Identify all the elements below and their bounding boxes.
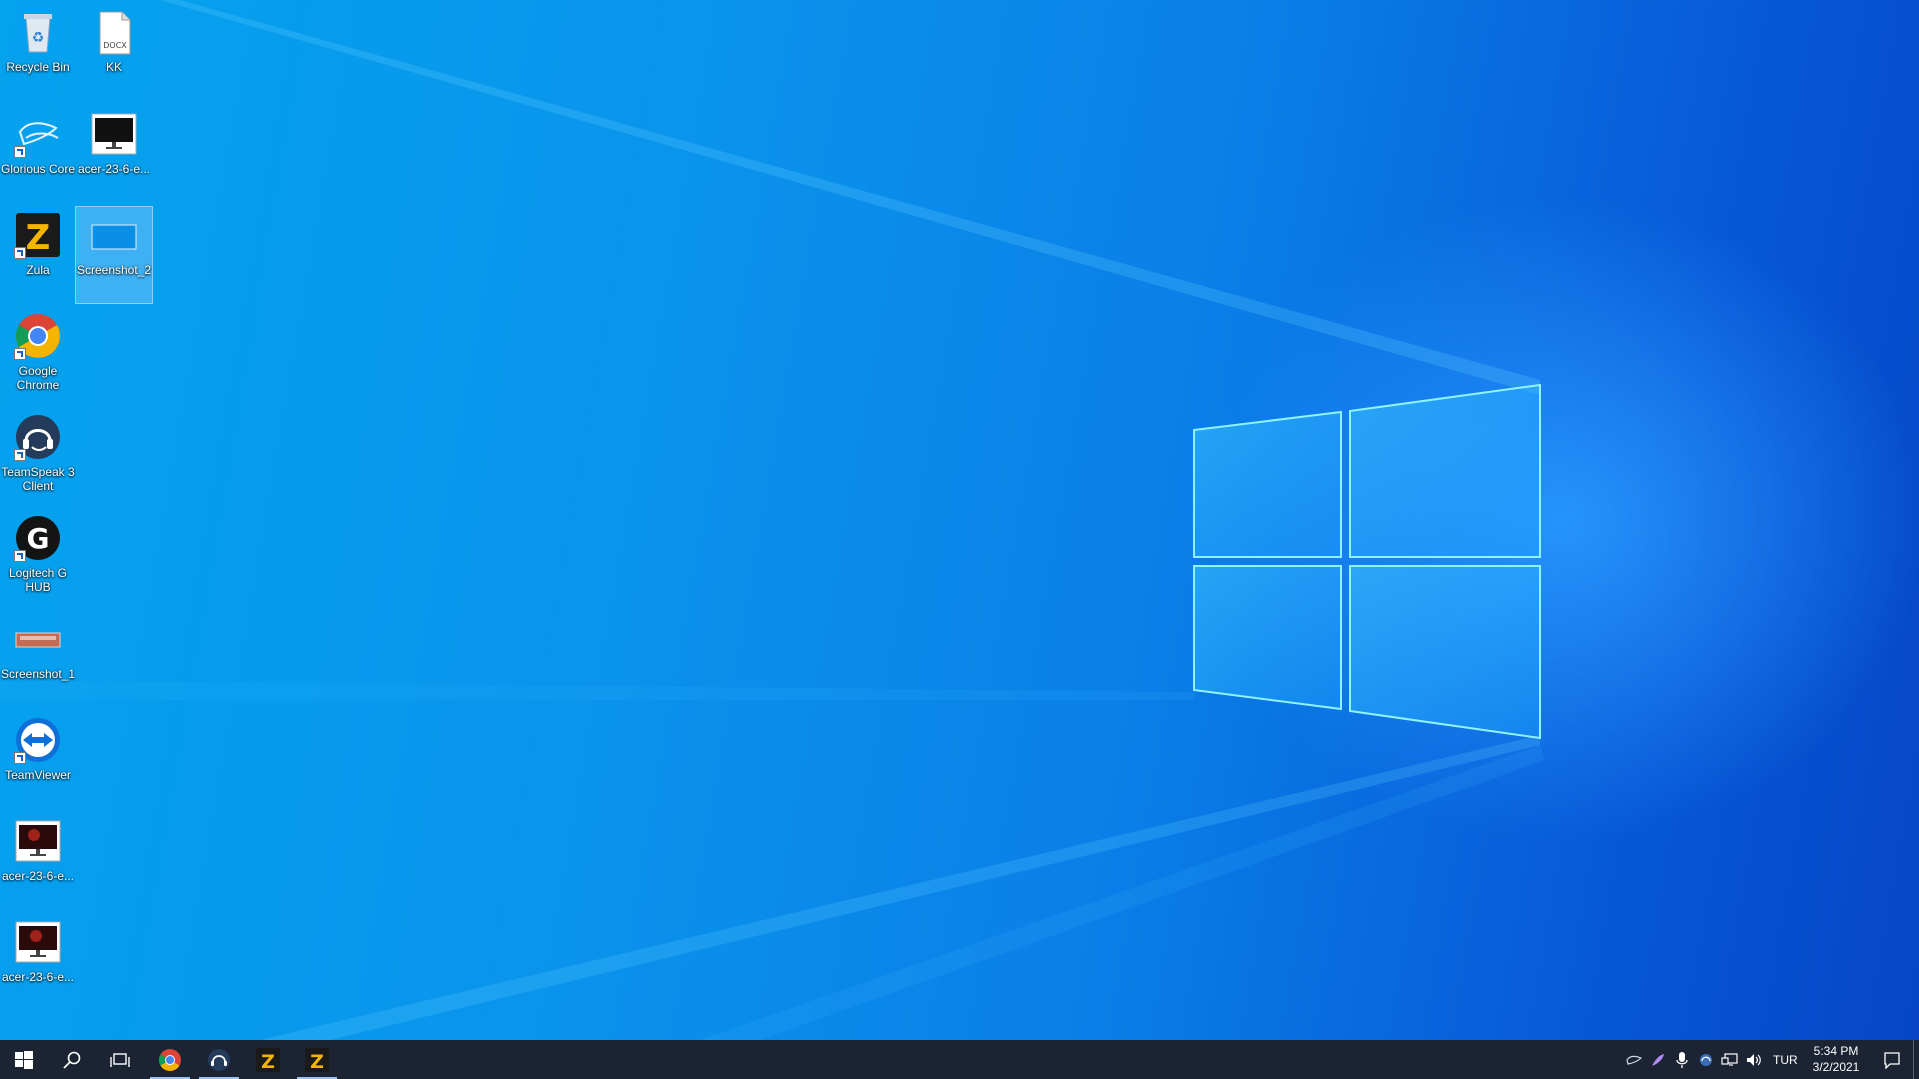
desktop-icon-label: Recycle Bin — [6, 60, 70, 74]
start-icon — [15, 1050, 33, 1069]
teamspeak-icon — [14, 413, 62, 461]
desktop-icon-label: acer-23-6-e... — [77, 162, 151, 176]
start-button[interactable] — [0, 1040, 48, 1079]
desktop-icon-label: Screenshot_2 — [76, 263, 152, 277]
desktop-icon-acer-image-2[interactable]: acer-23-6-e... — [0, 813, 76, 909]
taskbar-zula-button-2[interactable]: Z — [293, 1040, 341, 1079]
svg-text:Z: Z — [26, 218, 51, 258]
shortcut-arrow-icon — [14, 752, 26, 764]
svg-text:Z: Z — [310, 1051, 324, 1072]
notification-icon — [1884, 1051, 1900, 1069]
tray-network-icon[interactable] — [1719, 1040, 1741, 1079]
tray-microphone-icon[interactable] — [1671, 1040, 1693, 1079]
svg-text:Z: Z — [261, 1051, 275, 1072]
recycle-bin-icon: ♻ — [14, 8, 62, 56]
desktop[interactable]: ♻ Recycle Bin DOCX KK Glorious Core acer… — [0, 0, 1919, 1040]
image-thumbnail-icon — [14, 615, 62, 663]
task-view-icon — [110, 1052, 130, 1067]
image-thumbnail-icon — [90, 110, 138, 158]
shortcut-arrow-icon — [14, 348, 26, 360]
windows-logo — [1193, 383, 1541, 740]
tray-teamspeak-icon[interactable] — [1695, 1040, 1717, 1079]
clock-time: 5:34 PM — [1813, 1044, 1859, 1058]
zula-icon: Z — [305, 1047, 329, 1072]
shortcut-arrow-icon — [14, 550, 26, 562]
action-center-button[interactable] — [1877, 1040, 1907, 1079]
desktop-icon-label: TeamViewer — [5, 768, 71, 782]
desktop-icon-screenshot-1[interactable]: Screenshot_1 — [0, 611, 76, 707]
taskbar-zula-button[interactable]: Z — [244, 1040, 292, 1079]
zula-icon: Z — [14, 211, 62, 259]
desktop-icon-acer-image-3[interactable]: acer-23-6-e... — [0, 914, 76, 1010]
desktop-icon-recycle-bin[interactable]: ♻ Recycle Bin — [0, 4, 76, 100]
shortcut-arrow-icon — [14, 449, 26, 461]
desktop-icon-label: Zula — [26, 263, 50, 277]
chrome-icon — [14, 312, 62, 360]
desktop-icon-label: KK — [105, 60, 122, 74]
desktop-icon-glorious-core[interactable]: Glorious Core — [0, 106, 76, 202]
desktop-icon-teamspeak[interactable]: TeamSpeak 3 Client — [0, 409, 76, 505]
docx-file-icon: DOCX — [90, 8, 138, 56]
svg-text:♻: ♻ — [32, 30, 45, 46]
image-thumbnail-icon — [90, 211, 138, 259]
teamviewer-icon — [14, 716, 62, 764]
zula-icon: Z — [256, 1047, 280, 1072]
desktop-icon-zula[interactable]: Z Zula — [0, 207, 76, 303]
desktop-icon-label: TeamSpeak 3 Client — [1, 465, 75, 493]
desktop-icon-logitech-g-hub[interactable]: G Logitech G HUB — [0, 510, 76, 606]
teamspeak-icon — [208, 1048, 230, 1071]
show-desktop-button[interactable] — [1913, 1040, 1919, 1079]
shortcut-arrow-icon — [14, 146, 26, 158]
chrome-icon — [159, 1048, 181, 1071]
svg-text:G: G — [27, 522, 50, 555]
desktop-icon-label: Logitech G HUB — [8, 566, 68, 594]
taskbar: Z Z TUR 5:34 PM 3/2/2021 — [0, 1040, 1919, 1079]
desktop-icon-label: acer-23-6-e... — [1, 970, 75, 984]
desktop-icon-label: Google Chrome — [16, 364, 60, 392]
clock-date: 3/2/2021 — [1812, 1060, 1860, 1074]
tray-feather-icon[interactable] — [1647, 1040, 1669, 1079]
desktop-icon-acer-image-1[interactable]: acer-23-6-e... — [76, 106, 152, 202]
tray-glorious-icon[interactable] — [1623, 1040, 1645, 1079]
desktop-icon-screenshot-2[interactable]: Screenshot_2 — [75, 206, 153, 304]
image-thumbnail-icon — [14, 817, 62, 865]
desktop-icon-kk[interactable]: DOCX KK — [76, 4, 152, 100]
glorious-core-icon — [14, 110, 62, 158]
search-button[interactable] — [48, 1040, 96, 1079]
svg-text:DOCX: DOCX — [103, 41, 127, 50]
task-view-button[interactable] — [96, 1040, 144, 1079]
desktop-icon-google-chrome[interactable]: Google Chrome — [0, 308, 76, 404]
image-thumbnail-icon — [14, 918, 62, 966]
search-icon — [63, 1051, 81, 1069]
desktop-icon-teamviewer[interactable]: TeamViewer — [0, 712, 76, 808]
taskbar-clock[interactable]: 5:34 PM 3/2/2021 — [1798, 1043, 1874, 1075]
tray-volume-icon[interactable] — [1743, 1040, 1765, 1079]
input-language-indicator[interactable]: TUR — [1773, 1053, 1798, 1067]
desktop-icon-label: Screenshot_1 — [0, 667, 76, 681]
logitech-g-icon: G — [14, 514, 62, 562]
shortcut-arrow-icon — [14, 247, 26, 259]
taskbar-chrome-button[interactable] — [146, 1040, 194, 1079]
desktop-icon-label: Glorious Core — [0, 162, 76, 176]
taskbar-teamspeak-button[interactable] — [195, 1040, 243, 1079]
desktop-icon-label: acer-23-6-e... — [1, 869, 75, 883]
